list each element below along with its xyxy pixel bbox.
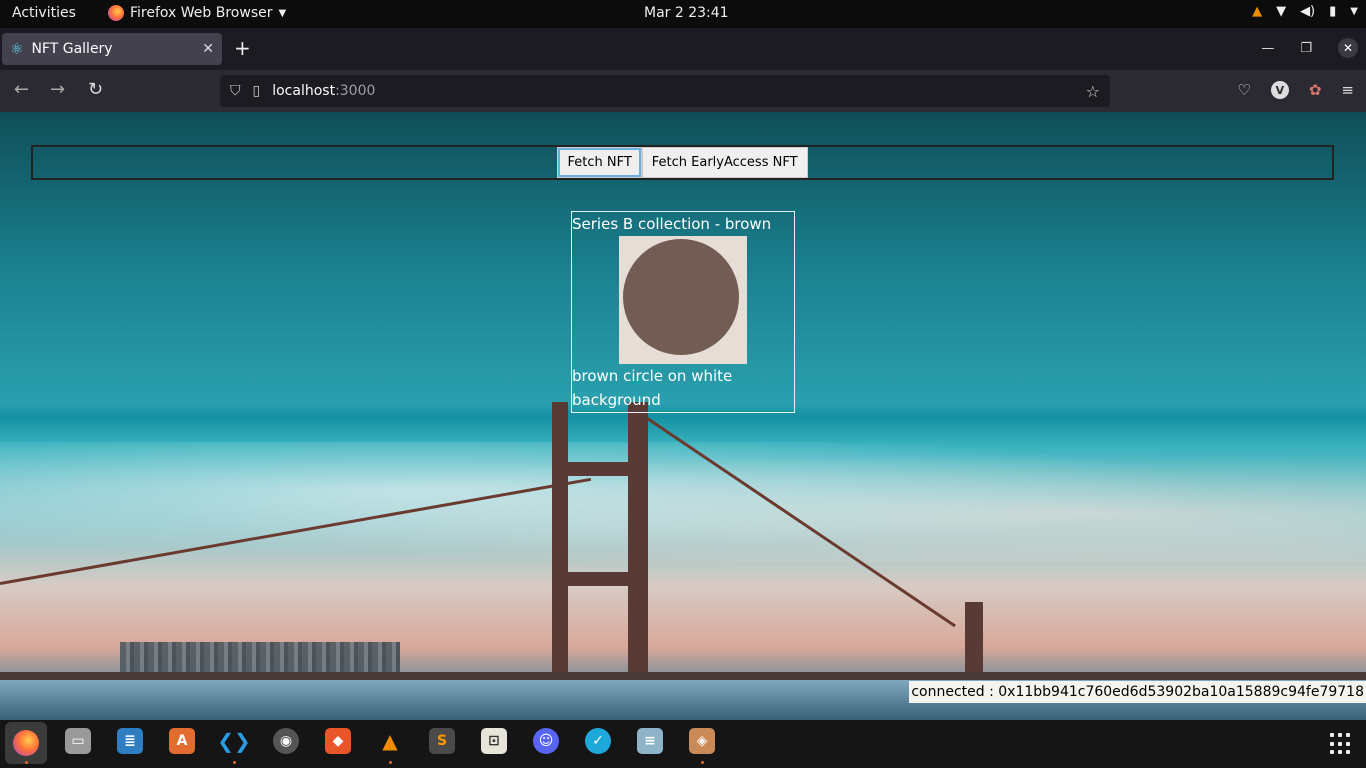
navigation-toolbar: ← → ↻ ⛉ ▯ localhost:3000 ☆ ♡ V ✿ ≡ <box>0 70 1366 112</box>
nft-card: Series B collection - brown brown circle… <box>571 211 795 413</box>
brave-lion-icon: ◆ <box>332 733 344 749</box>
running-indicator <box>389 761 392 764</box>
dock-package[interactable]: ◈ <box>689 728 715 754</box>
wifi-icon[interactable]: ▼ <box>1276 4 1286 19</box>
files-icon: ▭ <box>71 733 85 749</box>
nft-title: Series B collection - brown <box>572 215 772 233</box>
wallet-connection-status: connected : 0x11bb941c760ed6d53902ba10a1… <box>909 681 1366 703</box>
close-tab-icon[interactable]: ✕ <box>202 41 214 57</box>
button-bar: Fetch NFT Fetch EarlyAccess NFT <box>31 145 1334 180</box>
activities-button[interactable]: Activities <box>12 5 76 21</box>
tracking-shield-icon[interactable]: ⛉ <box>230 83 241 99</box>
url-host: localhost <box>272 83 336 99</box>
tab-nft-gallery[interactable]: ⚛ NFT Gallery ✕ <box>2 33 222 65</box>
tab-strip: ⚛ NFT Gallery ✕ + — ❐ ✕ <box>0 28 1366 70</box>
system-top-bar: Activities Firefox Web Browser ▼ Mar 2 2… <box>0 0 1366 28</box>
react-favicon-icon: ⚛ <box>10 40 24 58</box>
firefox-icon <box>108 5 124 21</box>
dock-writer[interactable]: ≣ <box>117 728 143 754</box>
dock-brave[interactable]: ◆ <box>325 728 351 754</box>
dock-files[interactable]: ▭ <box>65 728 91 754</box>
reload-button[interactable]: ↻ <box>88 80 103 100</box>
sublime-icon: S <box>436 733 448 749</box>
volume-icon[interactable]: ◀) <box>1300 4 1315 19</box>
dock-screenshot[interactable]: ⊡ <box>481 728 507 754</box>
page-viewport: Fetch NFT Fetch EarlyAccess NFT Series B… <box>0 112 1366 720</box>
battery-icon[interactable]: ▮ <box>1329 4 1336 19</box>
text-editor-icon: ≡ <box>644 733 656 749</box>
chevron-down-icon: ▼ <box>278 7 287 19</box>
background-bridge-tower <box>965 602 983 682</box>
dock-tasks[interactable]: ✓ <box>585 728 611 754</box>
dock: ▭ ≣ A ❮❯ ◉ ◆ ▲ S ⊡ ☺ ✓ ≡ ◈ <box>0 720 1366 768</box>
dock-app-center[interactable]: A <box>169 728 195 754</box>
running-indicator <box>701 761 704 764</box>
pocket-icon[interactable]: ♡ <box>1237 81 1250 99</box>
address-bar[interactable]: ⛉ ▯ localhost:3000 ☆ <box>220 75 1110 107</box>
running-indicator <box>25 761 28 764</box>
screenshot-icon: ⊡ <box>488 733 500 749</box>
background-bridge-tower <box>552 572 648 586</box>
brown-circle-image <box>623 239 739 355</box>
document-icon: ≣ <box>124 733 136 749</box>
dock-discord[interactable]: ☺ <box>533 728 559 754</box>
app-center-icon: A <box>176 733 188 749</box>
dock-sublime[interactable]: S <box>429 728 455 754</box>
dock-vscode[interactable]: ❮❯ <box>217 728 251 754</box>
clock[interactable]: Mar 2 23:41 <box>644 5 729 21</box>
fetch-nft-button[interactable]: Fetch NFT <box>557 147 642 178</box>
dock-text-editor[interactable]: ≡ <box>637 728 663 754</box>
background-bridge-tower <box>552 462 648 476</box>
firefox-icon <box>13 730 39 756</box>
page-info-icon[interactable]: ▯ <box>253 83 261 99</box>
app-menu[interactable]: Firefox Web Browser ▼ <box>108 5 286 21</box>
nft-description: brown circle on white background <box>572 367 733 409</box>
background-clouds <box>0 442 1366 562</box>
minimize-button[interactable]: — <box>1261 41 1274 56</box>
background-city-skyline <box>120 642 400 672</box>
vlc-tray-icon[interactable]: ▲ <box>1252 4 1262 19</box>
speaker-icon: ◉ <box>279 733 293 749</box>
dock-vlc[interactable]: ▲ <box>377 728 403 754</box>
maximize-button[interactable]: ❐ <box>1300 41 1312 56</box>
tab-title: NFT Gallery <box>31 41 113 57</box>
dock-firefox[interactable] <box>5 722 47 764</box>
bookmark-star-icon[interactable]: ☆ <box>1086 82 1100 101</box>
back-button[interactable]: ← <box>14 80 29 100</box>
forward-button[interactable]: → <box>50 80 65 100</box>
hamburger-menu-icon[interactable]: ≡ <box>1341 81 1354 99</box>
extension-v-icon[interactable]: V <box>1270 81 1289 99</box>
package-icon: ◈ <box>696 733 708 749</box>
new-tab-button[interactable]: + <box>234 38 251 58</box>
discord-icon: ☺ <box>538 733 554 749</box>
dock-rhythmbox[interactable]: ◉ <box>273 728 299 754</box>
background-bridge-deck <box>0 672 1366 680</box>
checkmark-icon: ✓ <box>592 733 604 749</box>
toolbar-extensions: ♡ V ✿ ≡ <box>1237 81 1354 99</box>
system-tray[interactable]: ▲ ▼ ◀) ▮ ▼ <box>1252 4 1358 19</box>
running-indicator <box>233 761 236 764</box>
app-menu-label: Firefox Web Browser <box>130 5 273 21</box>
show-applications-icon[interactable] <box>1330 733 1352 755</box>
url-port: :3000 <box>335 83 376 99</box>
chevron-down-icon[interactable]: ▼ <box>1350 6 1358 17</box>
vscode-icon: ❮❯ <box>217 729 251 753</box>
window-controls: — ❐ ✕ <box>1261 38 1358 58</box>
nft-image <box>619 236 747 364</box>
close-window-button[interactable]: ✕ <box>1338 38 1358 58</box>
fetch-earlyaccess-nft-button[interactable]: Fetch EarlyAccess NFT <box>641 147 808 178</box>
extension-icon[interactable]: ✿ <box>1309 81 1322 99</box>
vlc-cone-icon: ▲ <box>382 729 398 753</box>
